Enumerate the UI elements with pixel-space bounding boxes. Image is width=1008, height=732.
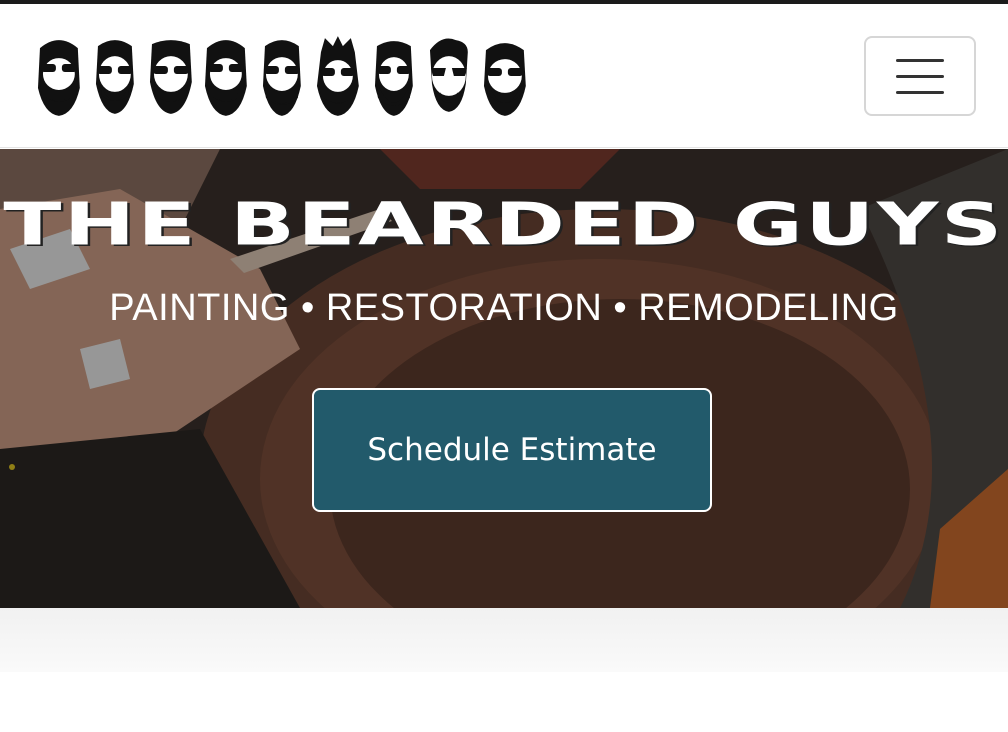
bearded-face-icon [95,40,134,114]
bearded-face-icon [374,41,413,116]
hero-section: THE BEARDED GUYS PAINTING • RESTORATION … [0,149,1008,608]
bearded-face-icon [263,40,301,116]
schedule-estimate-button[interactable]: Schedule Estimate [312,388,712,512]
site-title: THE BEARDED GUYS [3,191,1005,259]
hamburger-menu-icon-line [896,74,944,78]
hamburger-menu-button[interactable] [864,36,976,116]
bearded-face-icon [149,40,192,114]
bearded-face-icon [316,36,359,116]
bearded-face-icon [205,40,248,116]
bearded-face-icon [37,40,80,116]
section-divider [0,608,1008,672]
bearded-face-icon [430,38,469,112]
hamburger-menu-icon-line [896,90,944,94]
services-tagline: PAINTING • RESTORATION • REMODELING [109,287,899,329]
bearded-guys-logo[interactable] [32,32,532,120]
site-header [0,4,1008,148]
hamburger-menu-icon [896,58,944,62]
bearded-face-icon [484,43,527,116]
